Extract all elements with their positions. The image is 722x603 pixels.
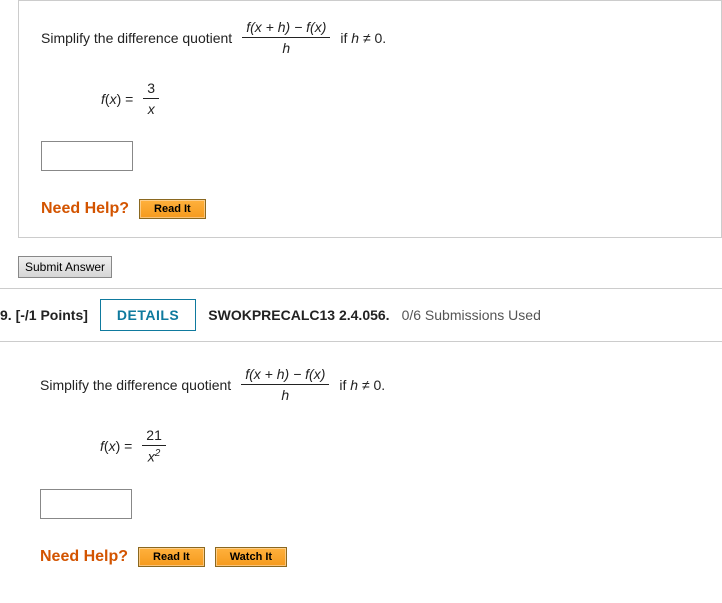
read-it-button[interactable]: Read It bbox=[139, 199, 206, 219]
submit-answer-button[interactable]: Submit Answer bbox=[18, 256, 112, 278]
submissions-used: 0/6 Submissions Used bbox=[402, 307, 541, 323]
condition: if h ≠ 0. bbox=[340, 30, 386, 46]
need-help-label: Need Help? bbox=[41, 200, 129, 218]
func-denominator: x2 bbox=[144, 446, 165, 465]
need-help-row: Need Help? Read It bbox=[41, 199, 701, 219]
question-header: 9. [-/1 Points] DETAILS SWOKPRECALC13 2.… bbox=[0, 288, 722, 342]
question-block-1: Simplify the difference quotient f(x + h… bbox=[18, 0, 722, 238]
difference-quotient: f(x + h) − f(x) h bbox=[242, 19, 330, 56]
func-lhs: f(x) = bbox=[100, 438, 132, 454]
dq-denominator: h bbox=[278, 38, 294, 56]
need-help-label: Need Help? bbox=[40, 548, 128, 566]
details-button[interactable]: DETAILS bbox=[100, 299, 196, 331]
question-block-2: Simplify the difference quotient f(x + h… bbox=[18, 348, 722, 585]
func-fraction: 21 x2 bbox=[142, 427, 166, 465]
answer-input[interactable] bbox=[41, 141, 133, 171]
question-number: 9. [-/1 Points] bbox=[0, 307, 88, 323]
func-numerator: 21 bbox=[142, 427, 166, 446]
answer-input[interactable] bbox=[40, 489, 132, 519]
watch-it-button[interactable]: Watch It bbox=[215, 547, 287, 567]
dq-denominator: h bbox=[277, 385, 293, 403]
prompt-text: Simplify the difference quotient bbox=[40, 377, 231, 393]
read-it-button[interactable]: Read It bbox=[138, 547, 205, 567]
textbook-reference: SWOKPRECALC13 2.4.056. bbox=[208, 307, 389, 323]
need-help-row: Need Help? Read It Watch It bbox=[40, 547, 702, 567]
function-definition: f(x) = 3 x bbox=[101, 80, 701, 117]
function-definition: f(x) = 21 x2 bbox=[100, 427, 702, 465]
dq-numerator: f(x + h) − f(x) bbox=[242, 19, 330, 38]
difference-quotient: f(x + h) − f(x) h bbox=[241, 366, 329, 403]
func-denominator: x bbox=[144, 99, 159, 117]
func-fraction: 3 x bbox=[143, 80, 159, 117]
dq-numerator: f(x + h) − f(x) bbox=[241, 366, 329, 385]
func-numerator: 3 bbox=[143, 80, 159, 99]
prompt-text: Simplify the difference quotient bbox=[41, 30, 232, 46]
func-lhs: f(x) = bbox=[101, 91, 133, 107]
prompt-line: Simplify the difference quotient f(x + h… bbox=[40, 366, 702, 403]
condition: if h ≠ 0. bbox=[339, 377, 385, 393]
submit-row: Submit Answer bbox=[18, 256, 722, 278]
prompt-line: Simplify the difference quotient f(x + h… bbox=[41, 19, 701, 56]
